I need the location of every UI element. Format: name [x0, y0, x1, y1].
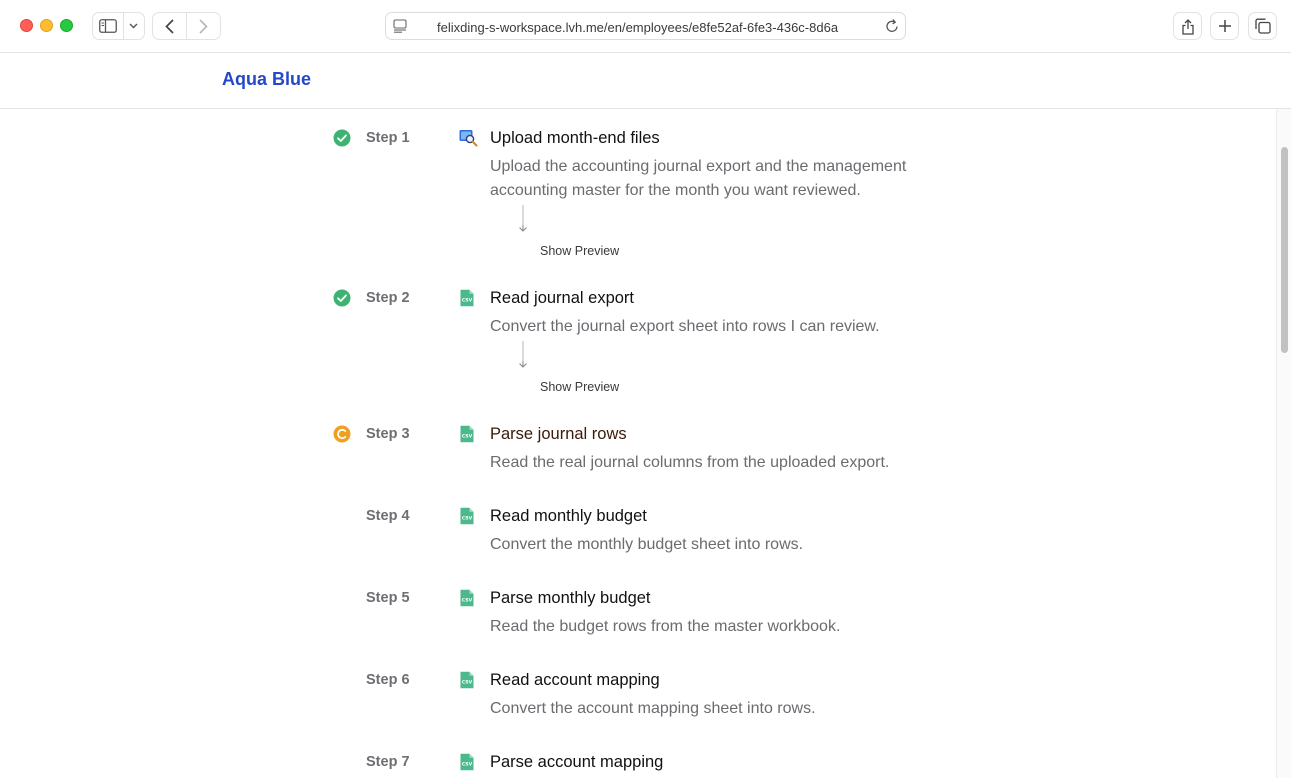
check-circle-icon — [333, 289, 351, 307]
tab-overview-button[interactable] — [1248, 12, 1277, 40]
brand-logo-link[interactable]: Aqua Blue — [222, 69, 311, 90]
chevron-left-icon — [165, 18, 174, 34]
csv-file-icon: CSV — [460, 289, 474, 307]
step-number: Step 1 — [366, 130, 410, 146]
csv-file-icon: CSV — [460, 753, 474, 771]
check-circle-icon — [333, 129, 351, 147]
step-number: Step 4 — [366, 508, 410, 524]
browser-toolbar: felixding-s-workspace.lvh.me/en/employee… — [0, 0, 1291, 53]
upload-search-icon — [459, 130, 478, 147]
svg-text:CSV: CSV — [462, 516, 473, 522]
workflow-step: Step 2 CSV Read journal export Convert t… — [0, 289, 1276, 409]
page-settings-icon[interactable] — [393, 19, 407, 33]
share-icon — [1181, 18, 1194, 35]
address-bar[interactable]: felixding-s-workspace.lvh.me/en/employee… — [385, 12, 906, 40]
back-button[interactable] — [153, 13, 187, 39]
plus-icon — [1218, 20, 1231, 32]
step-description: Upload the accounting journal export and… — [490, 158, 907, 199]
workflow-step: Step 7 CSV Parse account mapping — [0, 753, 1276, 778]
arrow-down-icon — [519, 205, 527, 232]
workflow-step: Step 3 CSV Parse journal rows Read the r… — [0, 425, 1276, 485]
sidebar-icon — [99, 19, 117, 33]
chevron-right-icon — [199, 18, 208, 34]
history-nav-group — [152, 12, 221, 40]
share-button[interactable] — [1173, 12, 1202, 40]
step-title: Upload month-end files — [490, 129, 660, 147]
csv-file-icon: CSV — [460, 507, 474, 525]
scrollbar-thumb[interactable] — [1281, 147, 1288, 353]
svg-text:CSV: CSV — [462, 434, 473, 440]
tab-overview-icon — [1255, 18, 1271, 34]
close-window-button[interactable] — [20, 19, 33, 32]
arrow-down-icon — [519, 341, 527, 368]
step-title: Parse account mapping — [490, 753, 664, 771]
workflow-steps: Step 1 Upload month-end files Upload the… — [0, 109, 1276, 778]
step-description: Read the budget rows from the master wor… — [490, 618, 841, 635]
workflow-step: Step 1 Upload month-end files Upload the… — [0, 129, 1276, 269]
show-preview-button[interactable]: Show Preview — [540, 244, 619, 258]
csv-file-icon: CSV — [460, 589, 474, 607]
svg-text:CSV: CSV — [462, 762, 473, 768]
csv-file-icon: CSV — [460, 671, 474, 689]
csv-file-icon: CSV — [460, 425, 474, 443]
step-number: Step 2 — [366, 290, 410, 306]
sidebar-toggle-group — [92, 12, 145, 40]
step-description: Read the real journal columns from the u… — [490, 454, 890, 471]
step-title: Read journal export — [490, 289, 635, 307]
reload-icon[interactable] — [884, 18, 900, 34]
step-description: Convert the journal export sheet into ro… — [490, 318, 880, 335]
sidebar-toggle-button[interactable] — [93, 13, 124, 39]
step-number: Step 5 — [366, 590, 410, 606]
step-title: Read monthly budget — [490, 507, 647, 525]
minimize-window-button[interactable] — [40, 19, 53, 32]
scrollbar-track[interactable] — [1276, 109, 1291, 778]
workflow-step: Step 5 CSV Parse monthly budget Read the… — [0, 589, 1276, 649]
zoom-window-button[interactable] — [60, 19, 73, 32]
svg-text:CSV: CSV — [462, 598, 473, 604]
in-progress-icon — [333, 425, 351, 443]
app-header: Aqua Blue — [0, 53, 1291, 109]
show-preview-button[interactable]: Show Preview — [540, 380, 619, 394]
forward-button[interactable] — [187, 13, 221, 39]
url-text[interactable]: felixding-s-workspace.lvh.me/en/employee… — [437, 20, 875, 35]
step-number: Step 6 — [366, 672, 410, 688]
step-title: Read account mapping — [490, 671, 660, 689]
chevron-down-icon — [129, 23, 138, 29]
svg-text:CSV: CSV — [462, 680, 473, 686]
step-number: Step 3 — [366, 426, 410, 442]
workflow-step: Step 6 CSV Read account mapping Convert … — [0, 671, 1276, 731]
tab-group-menu-button[interactable] — [124, 13, 144, 39]
step-title: Parse monthly budget — [490, 589, 651, 607]
step-title: Parse journal rows — [490, 425, 627, 443]
step-description: Convert the account mapping sheet into r… — [490, 700, 816, 717]
svg-text:CSV: CSV — [462, 298, 473, 304]
step-number: Step 7 — [366, 754, 410, 770]
new-tab-button[interactable] — [1210, 12, 1239, 40]
step-description: Convert the monthly budget sheet into ro… — [490, 536, 804, 553]
workflow-step: Step 4 CSV Read monthly budget Convert t… — [0, 507, 1276, 567]
